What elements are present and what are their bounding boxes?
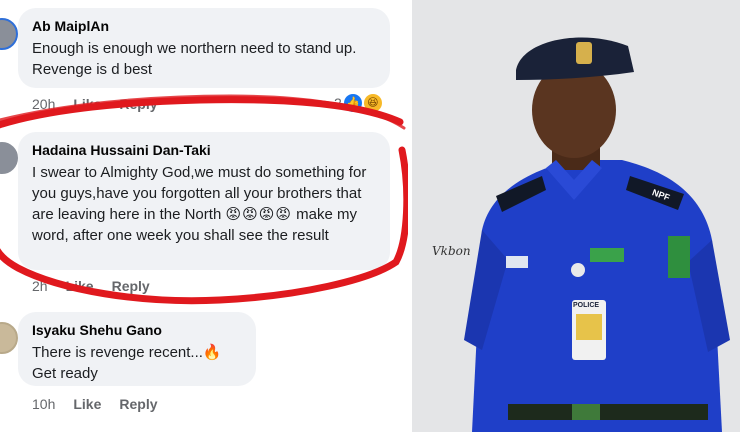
police-officer-photo: NPF POLICE Vkbon bbox=[412, 0, 740, 432]
comment-bubble-2: Hadaina Hussaini Dan-Taki I swear to Alm… bbox=[18, 132, 390, 270]
comment-like-button-1[interactable]: Like bbox=[73, 96, 101, 112]
reaction-count-1: 2 bbox=[334, 95, 342, 111]
comment-author-1[interactable]: Ab MaiplAn bbox=[32, 18, 376, 34]
comment-time-1[interactable]: 20h bbox=[32, 96, 55, 112]
comment-actions-3: 10h Like Reply bbox=[32, 396, 158, 412]
like-reaction-icon: 👍 bbox=[343, 94, 362, 112]
comment-text-3: There is revenge recent...🔥 Get ready bbox=[32, 344, 222, 382]
comment-text-2: I swear to Almighty God,we must do somet… bbox=[32, 162, 376, 246]
comment-author-2[interactable]: Hadaina Hussaini Dan-Taki bbox=[32, 142, 376, 158]
avatar-isyaku[interactable] bbox=[0, 322, 18, 354]
police-id-tag-text: POLICE bbox=[573, 302, 600, 309]
watermark-signature: Vkbon bbox=[432, 244, 471, 258]
comment-time-3[interactable]: 10h bbox=[32, 396, 55, 412]
comment-text-1: Enough is enough we northern need to sta… bbox=[32, 40, 361, 78]
haha-reaction-icon: 😆 bbox=[363, 94, 382, 112]
comment-reply-button-1[interactable]: Reply bbox=[119, 96, 157, 112]
comment-bubble-1: Ab MaiplAn Enough is enough we northern … bbox=[18, 8, 390, 88]
comment-reply-button-2[interactable]: Reply bbox=[112, 278, 150, 294]
comment-bubble-3: Isyaku Shehu Gano There is revenge recen… bbox=[18, 312, 256, 386]
angry-emoji-icons: 😡😡😡😡 bbox=[225, 206, 293, 223]
avatar-ab-maiplan[interactable] bbox=[0, 18, 18, 50]
comment-author-3[interactable]: Isyaku Shehu Gano bbox=[32, 322, 242, 338]
avatar-hadaina[interactable] bbox=[0, 142, 18, 174]
comment-reply-button-3[interactable]: Reply bbox=[119, 396, 157, 412]
comment-actions-2: 2h Like Reply bbox=[32, 278, 150, 294]
reaction-summary-1[interactable]: 2 👍 😆 bbox=[334, 94, 382, 112]
comments-panel: Ab MaiplAn Enough is enough we northern … bbox=[0, 0, 408, 432]
comment-time-2[interactable]: 2h bbox=[32, 278, 48, 294]
comment-actions-1: 20h Like Reply bbox=[32, 96, 158, 112]
comment-like-button-3[interactable]: Like bbox=[73, 396, 101, 412]
comment-like-button-2[interactable]: Like bbox=[66, 278, 94, 294]
officer-illustration bbox=[412, 0, 740, 432]
